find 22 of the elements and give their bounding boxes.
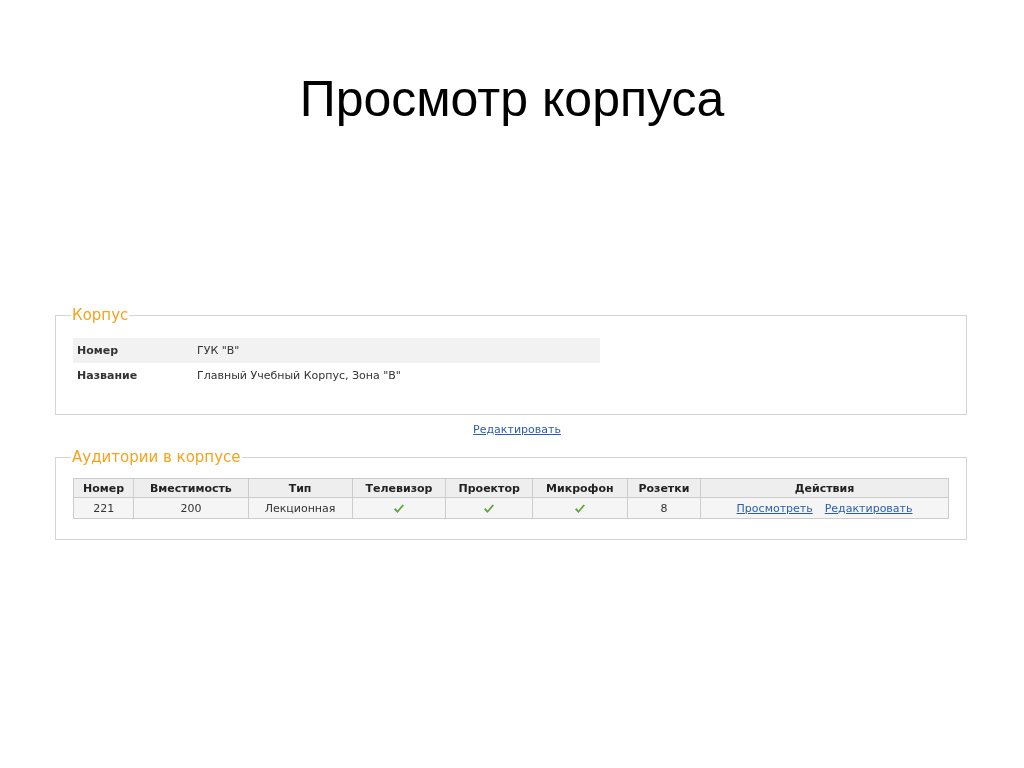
column-header: Номер: [73, 478, 134, 498]
table-cell: 200: [133, 497, 249, 519]
table-cell: Лекционная: [248, 497, 353, 519]
table-cell: 221: [73, 497, 134, 519]
column-header: Розетки: [627, 478, 701, 498]
edit-link[interactable]: Редактировать: [473, 423, 561, 436]
column-header: Проектор: [445, 478, 533, 498]
fieldset-legend: Корпус: [71, 306, 130, 324]
column-header: Тип: [248, 478, 353, 498]
column-header: Действия: [700, 478, 949, 498]
column-header: Микрофон: [532, 478, 628, 498]
field-label: Название: [73, 363, 193, 388]
field-label: Номер: [73, 338, 193, 363]
action-link[interactable]: Редактировать: [824, 501, 913, 515]
fieldset-legend: Аудитории в корпусе: [71, 448, 242, 466]
field-value: Главный Учебный Корпус, Зона "В": [193, 363, 600, 388]
field-value: ГУК "В": [193, 338, 600, 363]
action-link[interactable]: Просмотреть: [736, 501, 813, 515]
slide-title: Просмотр корпуса: [298, 70, 726, 129]
table-cell: 8: [627, 497, 701, 519]
column-header: Телевизор: [352, 478, 446, 498]
column-header: Вместимость: [133, 478, 249, 498]
